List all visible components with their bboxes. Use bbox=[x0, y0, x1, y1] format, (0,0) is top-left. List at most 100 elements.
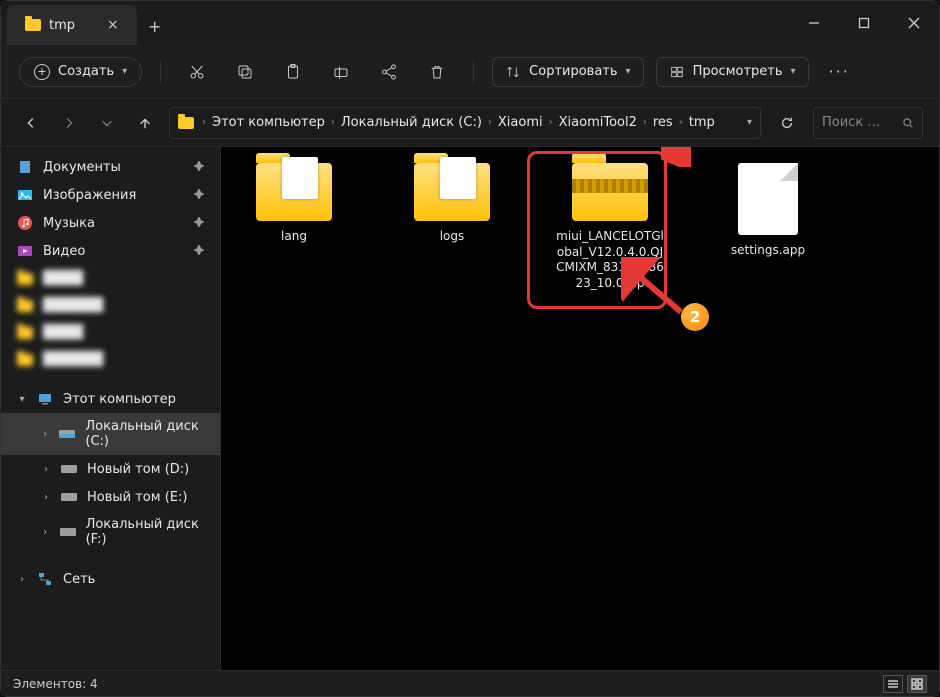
titlebar: tmp × + bbox=[1, 1, 939, 45]
share-button[interactable] bbox=[371, 54, 407, 90]
breadcrumb-item[interactable]: res bbox=[653, 115, 673, 130]
sidebar-item-blurred[interactable]: ████ bbox=[1, 265, 220, 292]
close-window-button[interactable] bbox=[889, 1, 939, 45]
new-tab-button[interactable]: + bbox=[137, 7, 173, 45]
sidebar: Документы Изображения Музыка Видео ████ … bbox=[1, 147, 221, 670]
file-label: logs bbox=[440, 229, 465, 245]
copy-button[interactable] bbox=[227, 54, 263, 90]
sidebar-item-label: Этот компьютер bbox=[63, 392, 176, 407]
delete-button[interactable] bbox=[419, 54, 455, 90]
sidebar-item-blurred[interactable]: ████ bbox=[1, 319, 220, 346]
chevron-right-icon: › bbox=[41, 492, 51, 503]
rename-button[interactable] bbox=[323, 54, 359, 90]
more-button[interactable]: ··· bbox=[821, 62, 858, 81]
zip-icon bbox=[572, 163, 648, 221]
chevron-right-icon: › bbox=[41, 464, 51, 475]
documents-icon bbox=[17, 159, 33, 175]
chevron-right-icon: › bbox=[679, 117, 683, 128]
toolbar: + Создать ▾ Сортировать ▾ Просмотреть ▾ … bbox=[1, 45, 939, 99]
pc-icon bbox=[37, 391, 53, 407]
chevron-right-icon: › bbox=[549, 117, 553, 128]
sidebar-item-label: Видео bbox=[43, 244, 85, 259]
annotation-marker-2: 2 bbox=[681, 303, 709, 331]
breadcrumb[interactable]: › Этот компьютер › Локальный диск (C:) ›… bbox=[169, 107, 761, 139]
sidebar-item-blurred[interactable]: ██████ bbox=[1, 292, 220, 319]
sidebar-item-network[interactable]: › Сеть bbox=[1, 565, 220, 593]
pin-icon bbox=[194, 244, 204, 259]
chevron-down-icon: ▾ bbox=[122, 66, 127, 77]
file-label: settings.app bbox=[731, 243, 805, 259]
sidebar-item-drive-d[interactable]: › Новый том (D:) bbox=[1, 455, 220, 483]
recent-button[interactable] bbox=[93, 109, 121, 137]
explorer-window: tmp × + + Создать ▾ Сортировать ▾ bbox=[0, 0, 940, 697]
create-label: Создать bbox=[58, 64, 114, 79]
back-button[interactable] bbox=[17, 109, 45, 137]
pin-icon bbox=[194, 188, 204, 203]
sidebar-item-label: Музыка bbox=[43, 216, 95, 231]
details-view-button[interactable] bbox=[883, 675, 903, 693]
folder-icon bbox=[256, 163, 332, 221]
search-input[interactable]: Поиск … bbox=[813, 107, 923, 139]
minimize-button[interactable] bbox=[789, 1, 839, 45]
sidebar-item-video[interactable]: Видео bbox=[1, 237, 220, 265]
forward-button[interactable] bbox=[55, 109, 83, 137]
file-item[interactable]: settings.app bbox=[713, 163, 823, 259]
pin-icon bbox=[194, 216, 204, 231]
sidebar-item-drive-f[interactable]: › Локальный диск (F:) bbox=[1, 511, 220, 553]
sidebar-item-label: Локальный диск (F:) bbox=[86, 517, 204, 547]
sidebar-item-label: Документы bbox=[43, 160, 121, 175]
sidebar-item-label: Сеть bbox=[63, 572, 95, 587]
chevron-down-icon: ▾ bbox=[791, 66, 796, 77]
chevron-right-icon: › bbox=[41, 429, 49, 440]
sidebar-item-blurred[interactable]: ██████ bbox=[1, 346, 220, 373]
sidebar-item-drive-c[interactable]: › Локальный диск (C:) bbox=[1, 413, 220, 455]
sort-button[interactable]: Сортировать ▾ bbox=[492, 57, 643, 87]
network-icon bbox=[37, 571, 53, 587]
sidebar-item-pictures[interactable]: Изображения bbox=[1, 181, 220, 209]
folder-icon bbox=[414, 163, 490, 221]
pin-icon bbox=[194, 160, 204, 175]
sidebar-item-drive-e[interactable]: › Новый том (E:) bbox=[1, 483, 220, 511]
chevron-right-icon: › bbox=[643, 117, 647, 128]
refresh-button[interactable] bbox=[771, 107, 803, 139]
folder-item[interactable]: lang bbox=[239, 163, 349, 245]
up-button[interactable] bbox=[131, 109, 159, 137]
close-tab-button[interactable]: × bbox=[107, 17, 119, 33]
statusbar: Элементов: 4 bbox=[1, 670, 939, 696]
tab-current[interactable]: tmp × bbox=[7, 5, 137, 45]
maximize-button[interactable] bbox=[839, 1, 889, 45]
breadcrumb-item[interactable]: tmp bbox=[689, 115, 715, 130]
chevron-right-icon: › bbox=[41, 527, 50, 538]
sidebar-item-this-pc[interactable]: ▾ Этот компьютер bbox=[1, 385, 220, 413]
chevron-down-icon: ▾ bbox=[626, 66, 631, 77]
chevron-down-icon[interactable]: ▾ bbox=[747, 117, 752, 128]
breadcrumb-item[interactable]: XiaomiTool2 bbox=[559, 115, 637, 130]
video-icon bbox=[17, 243, 33, 259]
zip-item[interactable]: miui_LANCELOTGlobal_V12.0.4.0.QJCMIXM_83… bbox=[555, 163, 665, 291]
sidebar-item-music[interactable]: Музыка bbox=[1, 209, 220, 237]
content-area[interactable]: lang logs miui_LANCELOTGlobal_V12.0.4.0.… bbox=[221, 147, 939, 670]
drive-icon bbox=[61, 489, 77, 505]
view-button[interactable]: Просмотреть ▾ bbox=[656, 57, 809, 87]
create-button[interactable]: + Создать ▾ bbox=[19, 57, 142, 87]
folder-icon bbox=[178, 117, 194, 129]
pictures-icon bbox=[17, 187, 33, 203]
search-icon bbox=[902, 117, 914, 129]
music-icon bbox=[17, 215, 33, 231]
sidebar-item-label: Изображения bbox=[43, 188, 136, 203]
chevron-down-icon: ▾ bbox=[17, 394, 27, 405]
breadcrumb-item[interactable]: Xiaomi bbox=[498, 115, 543, 130]
folder-item[interactable]: logs bbox=[397, 163, 507, 245]
drive-icon bbox=[59, 426, 75, 442]
paste-button[interactable] bbox=[275, 54, 311, 90]
item-count-label: Элементов: 4 bbox=[13, 677, 98, 691]
icons-view-button[interactable] bbox=[907, 675, 927, 693]
file-label: lang bbox=[281, 229, 307, 245]
chevron-right-icon: › bbox=[331, 117, 335, 128]
folder-icon bbox=[25, 19, 41, 31]
sidebar-item-documents[interactable]: Документы bbox=[1, 153, 220, 181]
plus-icon: + bbox=[34, 64, 50, 80]
breadcrumb-item[interactable]: Локальный диск (C:) bbox=[341, 115, 482, 130]
cut-button[interactable] bbox=[179, 54, 215, 90]
breadcrumb-item[interactable]: Этот компьютер bbox=[212, 115, 325, 130]
